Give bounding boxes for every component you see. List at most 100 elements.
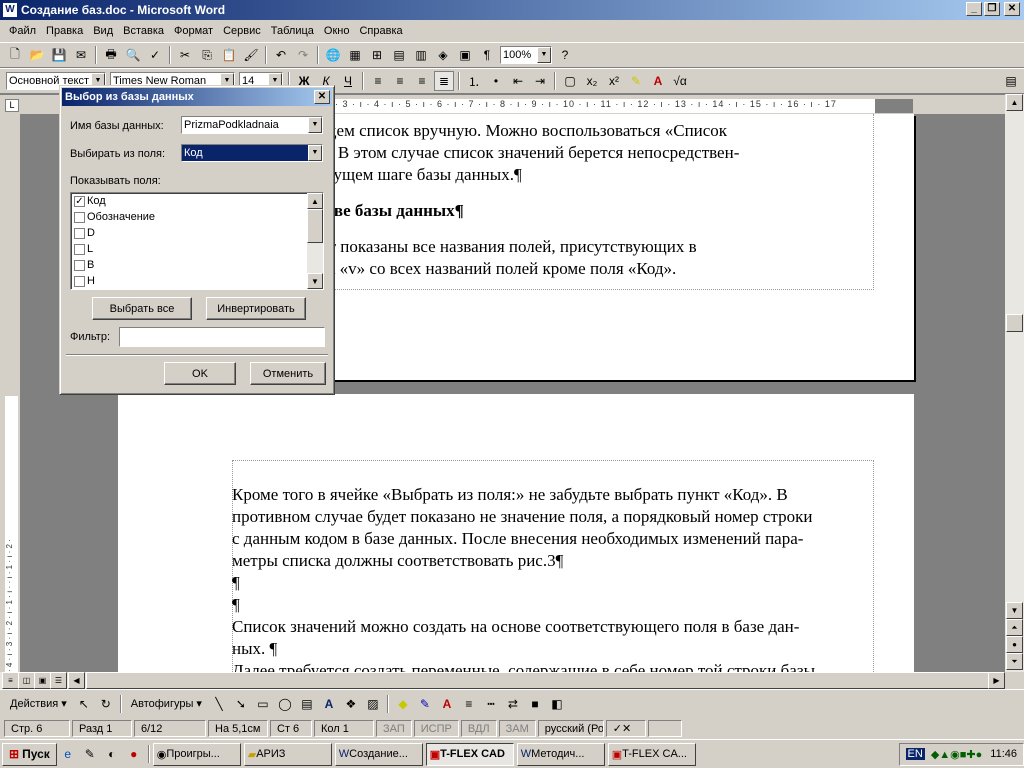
checkbox[interactable] xyxy=(74,227,85,239)
scroll-up-icon[interactable]: ▲ xyxy=(1006,94,1023,111)
outline-view-icon[interactable]: ☰ xyxy=(50,672,67,689)
picture-icon[interactable]: ▨ xyxy=(363,694,383,714)
status-record[interactable]: ЗАП xyxy=(376,719,412,737)
rectangle-icon[interactable]: ▭ xyxy=(253,694,273,714)
field-item[interactable]: B xyxy=(71,257,323,273)
menu-table[interactable]: Таблица xyxy=(266,25,319,37)
decrease-indent-icon[interactable]: ⇤ xyxy=(508,71,528,91)
task-ariz[interactable]: ▰ АРИЗ xyxy=(243,742,332,766)
select-all-button[interactable]: Выбрать все xyxy=(92,297,192,320)
scroll-down-icon[interactable]: ▼ xyxy=(307,273,323,289)
format-painter-icon[interactable]: 🖌 xyxy=(241,45,261,65)
menu-view[interactable]: Вид xyxy=(88,25,118,37)
fields-listbox[interactable]: ✓ Код Обозначение D L B H ▲ ▼ xyxy=(70,192,324,290)
justify-icon[interactable]: ≣ xyxy=(434,71,454,91)
previous-page-icon[interactable]: ⏶ xyxy=(1006,619,1023,636)
copy-icon[interactable]: ⎘ xyxy=(197,45,217,65)
checkbox[interactable] xyxy=(74,259,85,271)
drawing-icon[interactable]: ◈ xyxy=(433,45,453,65)
new-icon[interactable]: 🗋 xyxy=(5,45,25,65)
autoshapes-menu[interactable]: Автофигуры ▾ xyxy=(125,697,208,710)
spelling-status-icon[interactable]: ✓✕ xyxy=(605,719,646,737)
normal-view-icon[interactable]: ≡ xyxy=(2,672,19,689)
menu-window[interactable]: Окно xyxy=(319,25,355,37)
next-page-icon[interactable]: ⏷ xyxy=(1006,653,1023,670)
task-pane-icon[interactable]: ▤ xyxy=(1001,71,1021,91)
underline-icon[interactable]: Ч xyxy=(338,71,358,91)
open-icon[interactable]: 📂 xyxy=(27,45,47,65)
quicklaunch-icon[interactable]: ✎ xyxy=(80,744,100,764)
text-box-icon[interactable]: ▤ xyxy=(297,694,317,714)
start-button[interactable]: ⊞ Пуск xyxy=(2,742,57,766)
save-icon[interactable]: 💾 xyxy=(49,45,69,65)
checkbox[interactable] xyxy=(74,211,85,223)
scroll-right-icon[interactable]: ▶ xyxy=(988,672,1005,689)
status-extend[interactable]: ВДЛ xyxy=(460,719,497,737)
help-icon[interactable]: ? xyxy=(555,45,575,65)
print-layout-icon[interactable]: ▣ xyxy=(34,672,51,689)
rotate-icon[interactable]: ↻ xyxy=(96,694,116,714)
menu-insert[interactable]: Вставка xyxy=(118,25,169,37)
cancel-button[interactable]: Отменить xyxy=(250,362,326,385)
cut-icon[interactable]: ✂ xyxy=(175,45,195,65)
3d-icon[interactable]: ◧ xyxy=(547,694,567,714)
list-scrollbar[interactable]: ▲ ▼ xyxy=(307,193,323,289)
minimize-button[interactable]: _ xyxy=(966,2,982,16)
vertical-ruler[interactable]: · 4 · ı · 3 · ı · 2 · ı · 1 · ı · · ı · … xyxy=(0,114,20,672)
align-center-icon[interactable]: ≡ xyxy=(390,71,410,91)
filter-input[interactable] xyxy=(119,327,325,347)
increase-indent-icon[interactable]: ⇥ xyxy=(530,71,550,91)
field-item[interactable]: H xyxy=(71,273,323,289)
menu-file[interactable]: Файл xyxy=(4,25,41,37)
dash-style-icon[interactable]: ┅ xyxy=(481,694,501,714)
actions-menu[interactable]: Действия ▾ xyxy=(4,697,73,710)
zoom-combo[interactable]: 100% ▼ xyxy=(500,46,552,64)
print-preview-icon[interactable]: 🔍 xyxy=(123,45,143,65)
show-hide-icon[interactable]: ¶ xyxy=(477,45,497,65)
field-item[interactable]: D xyxy=(71,225,323,241)
field-item[interactable]: Обозначение xyxy=(71,209,323,225)
shadow-icon[interactable]: ■ xyxy=(525,694,545,714)
numbering-icon[interactable]: ⒈ xyxy=(464,71,484,91)
menu-edit[interactable]: Правка xyxy=(41,25,88,37)
web-view-icon[interactable]: ◫ xyxy=(18,672,35,689)
scroll-down-icon[interactable]: ▼ xyxy=(1006,602,1023,619)
vertical-scrollbar[interactable]: ▲ ▼ ⏶ ● ⏷ xyxy=(1005,94,1024,672)
scroll-thumb[interactable] xyxy=(1006,314,1023,332)
close-button[interactable]: ✕ xyxy=(1004,2,1020,16)
task-player[interactable]: ◉ Проигры... xyxy=(152,742,241,766)
subscript-icon[interactable]: x₂ xyxy=(582,71,602,91)
scroll-left-icon[interactable]: ◀ xyxy=(68,672,85,689)
quicklaunch-icon-2[interactable]: ◐ xyxy=(102,744,122,764)
invert-button[interactable]: Инвертировать xyxy=(206,297,306,320)
tables-borders-icon[interactable]: ▦ xyxy=(345,45,365,65)
tray-icons[interactable]: ◆▲◉■✚● xyxy=(931,748,982,761)
permission-icon[interactable]: ✉ xyxy=(71,45,91,65)
field-item[interactable]: L xyxy=(71,241,323,257)
columns-icon[interactable]: ▥ xyxy=(411,45,431,65)
arrow-style-icon[interactable]: ⇄ xyxy=(503,694,523,714)
fill-color-icon[interactable]: ◆ xyxy=(393,694,413,714)
db-name-combo[interactable]: PrizmaPodkladnaia ▼ xyxy=(181,116,323,134)
dialog-close-icon[interactable]: ✕ xyxy=(314,90,330,104)
task-word-doc[interactable]: W Создание... xyxy=(334,742,423,766)
undo-icon[interactable]: ↶ xyxy=(271,45,291,65)
quicklaunch-icon-3[interactable]: ● xyxy=(124,744,144,764)
oval-icon[interactable]: ◯ xyxy=(275,694,295,714)
wordart-icon[interactable]: A xyxy=(319,694,339,714)
field-combo[interactable]: Код ▼ xyxy=(181,144,323,162)
line-color-icon[interactable]: ✎ xyxy=(415,694,435,714)
clipart-icon[interactable]: ❖ xyxy=(341,694,361,714)
task-tflex[interactable]: ▣ T-FLEX CAD xyxy=(425,742,514,766)
font-color-icon[interactable]: A xyxy=(648,71,668,91)
maximize-button[interactable]: ❐ xyxy=(984,2,1000,16)
scroll-up-icon[interactable]: ▲ xyxy=(307,193,323,209)
document-map-icon[interactable]: ▣ xyxy=(455,45,475,65)
browse-object-icon[interactable]: ● xyxy=(1006,636,1023,653)
font-color-draw-icon[interactable]: A xyxy=(437,694,457,714)
highlight-icon[interactable]: ✎ xyxy=(626,71,646,91)
insert-table-icon[interactable]: ⊞ xyxy=(367,45,387,65)
redo-icon[interactable]: ↷ xyxy=(293,45,313,65)
h-scroll-thumb[interactable] xyxy=(86,672,991,689)
checkbox[interactable] xyxy=(74,243,85,255)
